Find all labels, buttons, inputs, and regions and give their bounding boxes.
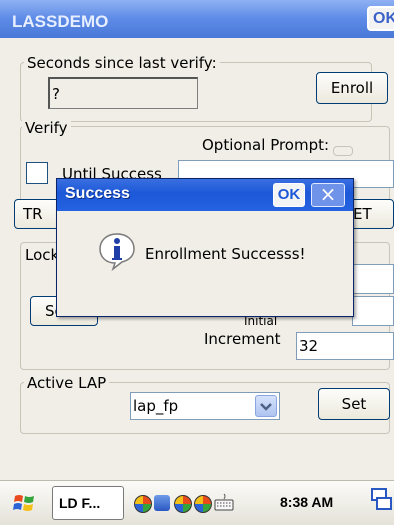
info-icon bbox=[97, 231, 137, 272]
tray-status-icon-2[interactable] bbox=[194, 495, 212, 513]
dialog-ok-button[interactable]: OK bbox=[273, 183, 305, 207]
success-dialog: Success OK × Enrollment Successs! bbox=[56, 178, 354, 317]
dialog-title: Success bbox=[65, 185, 130, 202]
until-success-checkbox[interactable] bbox=[26, 162, 48, 184]
dialog-message: Enrollment Successs! bbox=[145, 245, 306, 263]
increment-label: Increment bbox=[204, 330, 281, 348]
active-lap-label: Active LAP bbox=[24, 374, 110, 392]
dialog-title-bar: Success OK × bbox=[57, 179, 353, 211]
tray-status-icon-1[interactable] bbox=[174, 495, 192, 513]
lap-select-value: lap_fp bbox=[133, 397, 179, 415]
app-title: LASSDEMO bbox=[12, 12, 109, 31]
seconds-value-field: ? bbox=[48, 77, 198, 109]
chevron-down-icon bbox=[260, 403, 272, 411]
dialog-close-button[interactable]: × bbox=[311, 183, 345, 207]
taskbar: LD F... 8:38 AM bbox=[0, 480, 394, 525]
title-ok-button[interactable]: OK bbox=[367, 6, 394, 31]
keyboard-icon[interactable] bbox=[214, 493, 234, 511]
start-windows-icon[interactable] bbox=[12, 490, 38, 516]
task-button[interactable]: LD F... bbox=[52, 486, 124, 520]
enroll-button[interactable]: Enroll bbox=[316, 72, 388, 104]
clock: 8:38 AM bbox=[280, 494, 334, 510]
lock-input-1[interactable] bbox=[352, 264, 394, 294]
initial-input[interactable] bbox=[352, 296, 394, 326]
tray-connection-icon[interactable] bbox=[154, 495, 170, 511]
active-lap-set-button[interactable]: Set bbox=[318, 388, 390, 420]
title-bar: LASSDEMO OK bbox=[0, 0, 394, 38]
tray-network-icon[interactable] bbox=[134, 495, 152, 513]
window-switcher-icon[interactable] bbox=[368, 487, 394, 513]
optional-prompt-label: Optional Prompt: bbox=[202, 136, 330, 154]
optional-prompt-decoration bbox=[333, 146, 353, 156]
verify-left-button[interactable]: TR bbox=[14, 199, 62, 229]
increment-input[interactable]: 32 bbox=[296, 332, 394, 360]
verify-group-label: Verify bbox=[22, 119, 71, 137]
seconds-group-label: Seconds since last verify: bbox=[24, 54, 220, 72]
lap-select[interactable]: lap_fp bbox=[130, 392, 280, 420]
dropdown-arrow-button[interactable] bbox=[255, 395, 277, 417]
